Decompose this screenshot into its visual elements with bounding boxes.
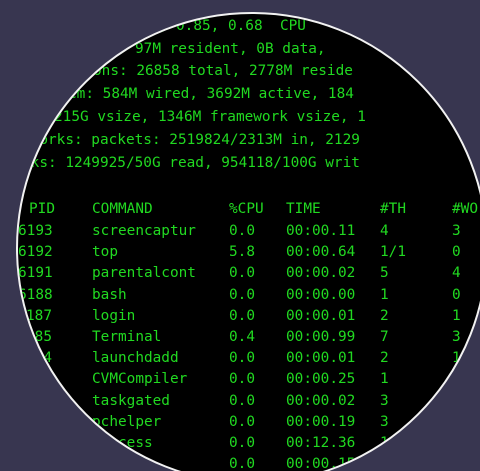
threads-cell: 11 (380, 435, 398, 451)
summary-line-networks: tworks: packets: 2519824/2313M in, 2129 (22, 132, 360, 148)
workqueue-cell: 3 (452, 329, 461, 345)
summary-line-mem-regions: s: 97M resident, 0B data, (109, 41, 326, 57)
cpu-cell: 0.0 (229, 307, 255, 324)
cpu-cell: 0.0 (229, 350, 255, 367)
pid-cell: 185 (26, 329, 52, 345)
summary-line-shared-libs: ons: 26858 total, 2778M reside (93, 63, 353, 79)
command-cell: parentalcont (92, 265, 196, 282)
command-cell: Process (92, 435, 153, 451)
command-cell: Terminal (92, 329, 162, 345)
cpu-cell: 0.0 (229, 371, 255, 388)
cpu-cell: 0.0 (229, 223, 255, 239)
header-cpu: %CPU (229, 201, 264, 217)
pid-cell: 6191 (18, 265, 53, 282)
time-cell: 00:00.02 (286, 265, 356, 282)
time-cell: 00:00.64 (286, 244, 356, 261)
threads-cell: 5 (380, 265, 389, 282)
header-threads: #TH (380, 201, 406, 217)
header-time: TIME (286, 201, 321, 217)
cpu-cell: 0.4 (229, 329, 255, 345)
threads-cell: 2 (380, 307, 389, 324)
time-cell: 00:00.01 (286, 350, 356, 367)
command-cell: screencaptur (92, 223, 196, 239)
summary-line-vm: 215G vsize, 1346M framework vsize, 1 (54, 109, 366, 125)
pid-cell: 3 (43, 371, 52, 388)
cpu-cell: 0.0 (229, 456, 255, 471)
threads-cell: 1 (380, 286, 389, 303)
cpu-cell: 0.0 (229, 392, 255, 409)
cpu-cell: 0.0 (229, 286, 255, 303)
threads-cell: 4 (380, 223, 389, 239)
command-cell: launchdadd (92, 350, 179, 367)
time-cell: 00:00.99 (286, 329, 356, 345)
header-pid: PID (29, 201, 55, 217)
pid-cell: 187 (26, 307, 52, 324)
workqueue-cell: 0 (452, 244, 461, 261)
pid-cell: 6193 (18, 223, 53, 239)
command-cell: top (92, 244, 118, 261)
time-cell: 00:00.15 (286, 456, 356, 471)
time-cell: 00:00.00 (286, 286, 356, 303)
threads-cell: 1 (380, 371, 389, 388)
cpu-cell: 0.0 (229, 413, 255, 430)
workqueue-cell: 1 (452, 307, 461, 324)
cpu-cell: 0.0 (229, 265, 255, 282)
command-cell: taskgated (92, 392, 170, 409)
time-cell: 00:00.11 (286, 223, 356, 239)
cpu-cell: 5.8 (229, 244, 255, 261)
threads-cell: 3 (380, 392, 389, 409)
time-cell: 00:00.19 (286, 413, 356, 430)
summary-line-load: 9, 0.85, 0.68 CPU (150, 18, 306, 34)
page-background: 9, 0.85, 0.68 CPU s: 97M resident, 0B da… (0, 0, 480, 471)
time-cell: 00:12.36 (286, 435, 356, 451)
terminal-view: 9, 0.85, 0.68 CPU s: 97M resident, 0B da… (18, 14, 480, 471)
process-table-header: PID COMMAND %CPU TIME #TH #WO (18, 199, 478, 220)
command-cell: CVMCompiler (92, 371, 188, 388)
time-cell: 00:00.02 (286, 392, 356, 409)
command-cell: login (92, 307, 136, 324)
command-cell: pchelper (92, 413, 162, 430)
workqueue-cell: 4 (452, 265, 461, 282)
summary-line-disks: sks: 1249925/50G read, 954118/100G writ (22, 155, 360, 171)
pid-cell: 6188 (18, 286, 53, 303)
workqueue-cell: 1 (452, 350, 461, 367)
time-cell: 00:00.01 (286, 307, 356, 324)
threads-cell: 3 (380, 413, 389, 430)
threads-cell: 2 (380, 350, 389, 367)
pid-cell: 84 (34, 350, 52, 367)
command-cell: bash (92, 286, 127, 303)
pid-cell: 6192 (18, 244, 53, 261)
workqueue-cell: 0 (452, 286, 461, 303)
threads-cell: 1/1 (380, 244, 406, 261)
time-cell: 00:00.25 (286, 371, 356, 388)
header-command: COMMAND (92, 201, 153, 217)
summary-line-physmem: em: 584M wired, 3692M active, 184 (68, 86, 354, 102)
workqueue-cell: 3 (452, 223, 461, 239)
header-workqueue: #WO (452, 201, 478, 217)
workqueue-cell: 0 (452, 371, 461, 388)
magnifier-lens: 9, 0.85, 0.68 CPU s: 97M resident, 0B da… (16, 12, 480, 471)
cpu-cell: 0.0 (229, 435, 255, 451)
threads-cell: 7 (380, 329, 389, 345)
